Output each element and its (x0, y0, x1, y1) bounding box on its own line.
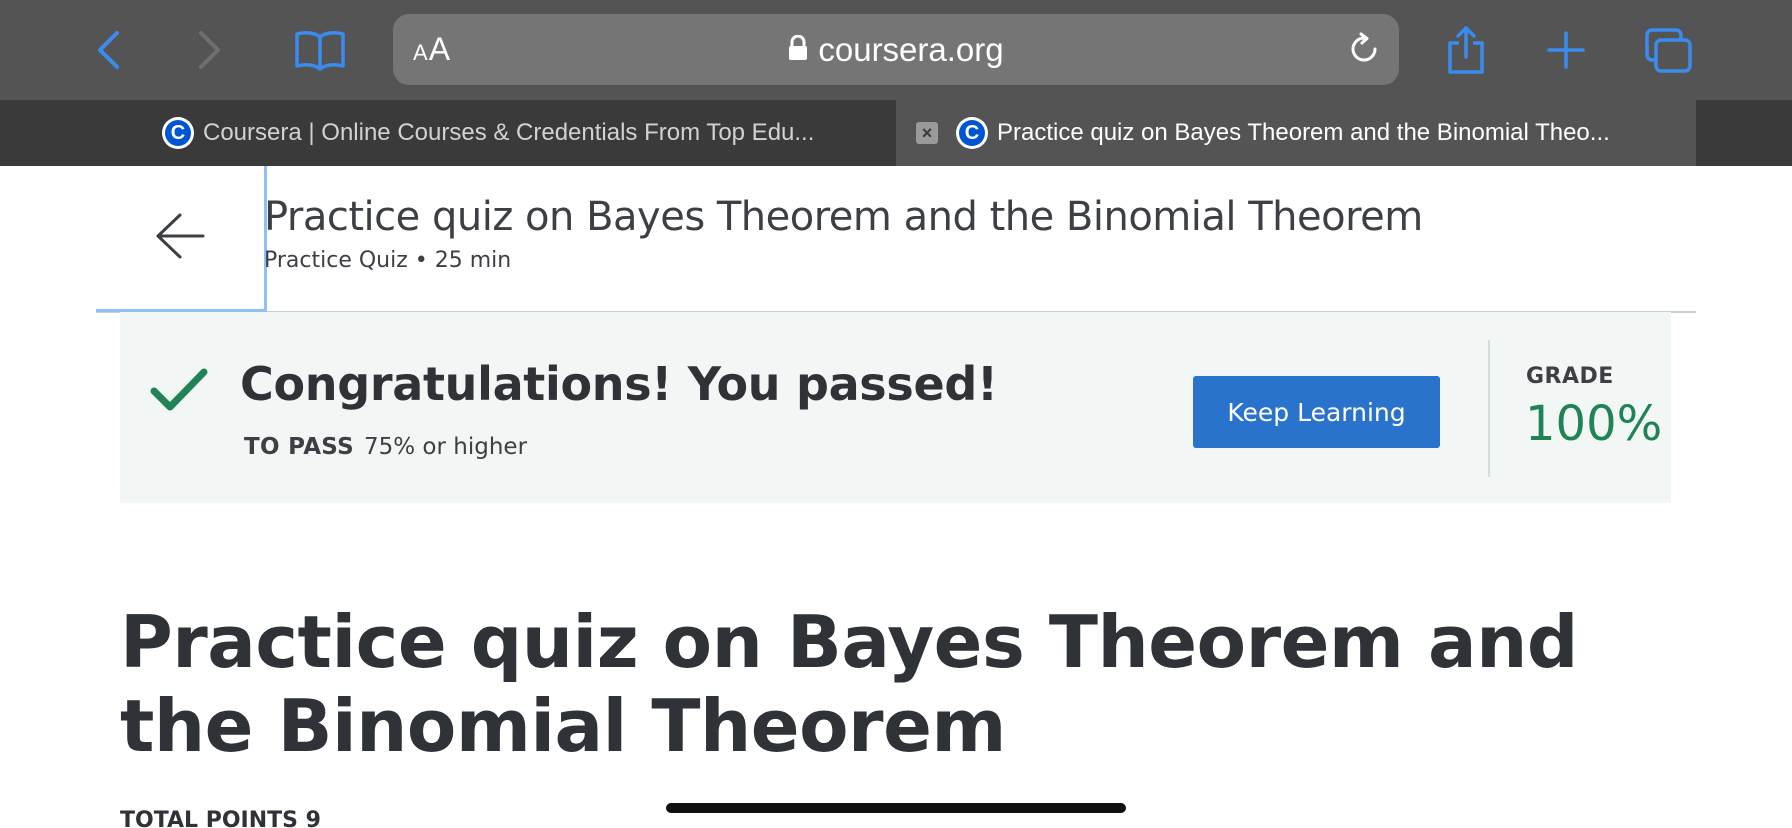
lock-icon (788, 34, 808, 65)
total-points: TOTAL POINTS 9 (120, 808, 321, 828)
home-indicator[interactable] (666, 803, 1126, 813)
book-icon[interactable] (293, 26, 347, 74)
page-title: Practice quiz on Bayes Theorem and the B… (120, 600, 1578, 768)
to-pass-value: 75% or higher (364, 434, 528, 460)
checkmark-icon (150, 367, 208, 417)
tabs-icon[interactable] (1644, 28, 1694, 74)
tab-bar-empty (1696, 100, 1792, 166)
close-icon[interactable]: × (916, 122, 938, 144)
divider (1488, 340, 1490, 477)
tab-title: Coursera | Online Courses & Credentials … (203, 119, 815, 146)
tab-bar: C Coursera | Online Courses & Credential… (0, 100, 1792, 166)
quiz-header: Practice quiz on Bayes Theorem and the B… (96, 166, 1696, 313)
url-display[interactable]: coursera.org (393, 14, 1399, 85)
coursera-favicon-icon: C (956, 117, 988, 149)
coursera-favicon-icon: C (162, 117, 194, 149)
address-bar[interactable]: AA coursera.org (393, 14, 1399, 85)
chevron-right-icon[interactable] (190, 26, 230, 74)
tab-coursera-home[interactable]: C Coursera | Online Courses & Credential… (96, 100, 896, 166)
grade-value: 100% (1525, 396, 1663, 452)
tab-practice-quiz[interactable]: × C Practice quiz on Bayes Theorem and t… (896, 100, 1696, 166)
url-text: coursera.org (818, 30, 1004, 68)
header-meta: Practice Quiz • 25 min (264, 248, 512, 273)
chevron-left-icon[interactable] (88, 26, 128, 74)
result-banner: Congratulations! You passed! TO PASS 75% … (120, 312, 1671, 503)
pass-requirement: TO PASS 75% or higher (244, 434, 527, 460)
keep-learning-button[interactable]: Keep Learning (1193, 376, 1440, 448)
arrow-left-icon (155, 212, 205, 264)
reload-icon[interactable] (1347, 32, 1381, 70)
browser-toolbar: AA coursera.org (0, 0, 1792, 100)
back-button[interactable] (96, 166, 267, 312)
header-title: Practice quiz on Bayes Theorem and the B… (264, 194, 1423, 240)
tab-title: Practice quiz on Bayes Theorem and the B… (997, 119, 1610, 146)
to-pass-label: TO PASS (244, 434, 354, 460)
page: AA coursera.org C Coursera | Online Cour… (0, 0, 1792, 828)
plus-icon[interactable] (1546, 30, 1586, 70)
pass-message: Congratulations! You passed! (240, 357, 998, 411)
grade-label: GRADE (1526, 364, 1614, 389)
share-icon[interactable] (1444, 24, 1488, 76)
